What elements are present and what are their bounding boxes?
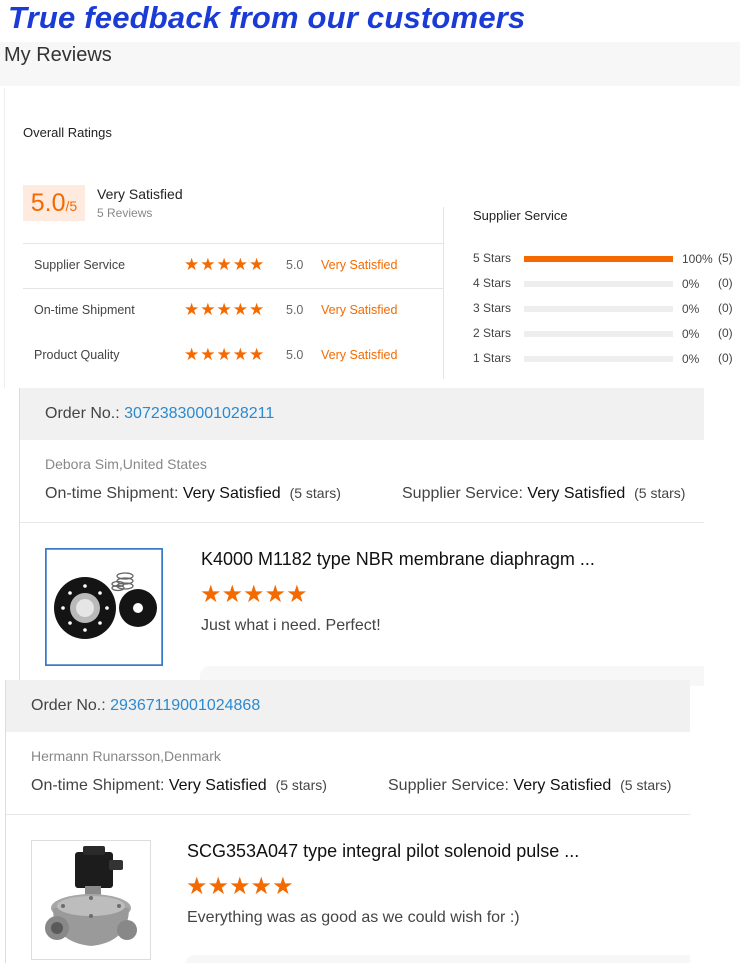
shipment-value: Very Satisfied: [168, 777, 267, 794]
order-number-line: Order No.: 30723830001028211: [45, 405, 274, 423]
service-stars: (5 stars): [634, 485, 686, 501]
star-rating: ★★★★★: [184, 345, 266, 364]
distribution-count: (0): [718, 276, 733, 290]
service-label: Supplier Service:: [388, 777, 509, 794]
distribution-percent: 0%: [682, 302, 700, 316]
service-rating: Supplier Service: Very Satisfied (5 star…: [388, 777, 671, 795]
distribution-percent: 100%: [682, 252, 713, 266]
review-card: Order No.: 30723830001028211 Debora Sim,…: [19, 388, 705, 686]
reviews-count: 5 Reviews: [97, 206, 153, 220]
review-comment: Just what i need. Perfect!: [201, 617, 381, 634]
rating-row-supplier-service: Supplier Service ★★★★★ 5.0 Very Satisfie…: [23, 255, 443, 276]
distribution-row-2: 2 Stars 0% (0): [473, 326, 743, 342]
shipment-value: Very Satisfied: [182, 485, 281, 502]
service-label: Supplier Service:: [402, 485, 523, 502]
shipment-stars: (5 stars): [275, 777, 327, 793]
divider: [23, 243, 443, 244]
review-card: Order No.: 29367119001024868 Hermann Run…: [5, 680, 690, 963]
distribution-count: (5): [718, 251, 733, 265]
rating-row-product-quality: Product Quality ★★★★★ 5.0 Very Satisfied: [23, 345, 443, 366]
rating-label: Supplier Service: [34, 258, 126, 272]
distribution-row-5: 5 Stars 100% (5): [473, 251, 743, 267]
distribution-bar: [524, 281, 673, 287]
product-star-rating: ★★★★★: [200, 581, 308, 608]
distribution-row-4: 4 Stars 0% (0): [473, 276, 743, 292]
distribution-percent: 0%: [682, 277, 700, 291]
diaphragm-kit-image[interactable]: [44, 547, 164, 667]
buyer-name: Debora Sim,United States: [45, 456, 207, 472]
distribution-percent: 0%: [682, 352, 700, 366]
distribution-bar: [524, 331, 673, 337]
distribution-label: 4 Stars: [473, 276, 512, 290]
shipment-stars: (5 stars): [289, 485, 341, 501]
divider: [6, 814, 690, 815]
distribution-label: 3 Stars: [473, 301, 512, 315]
distribution-count: (0): [718, 351, 733, 365]
rating-label: On-time Shipment: [34, 303, 135, 317]
order-number-link[interactable]: 30723830001028211: [124, 405, 274, 422]
rating-value: 5.0: [286, 348, 304, 362]
overall-ratings-heading: Overall Ratings: [23, 125, 112, 140]
service-value: Very Satisfied: [513, 777, 612, 794]
overall-score-max: /5: [65, 198, 78, 214]
distribution-bar: [524, 256, 673, 262]
star-rating: ★★★★★: [184, 300, 266, 319]
star-rating: ★★★★★: [184, 255, 266, 274]
review-comment: Everything was as good as we could wish …: [187, 909, 520, 926]
service-stars: (5 stars): [620, 777, 672, 793]
promo-banner-title: True feedback from our customers: [8, 0, 526, 35]
shipment-label: On-time Shipment:: [45, 485, 179, 502]
review-footer-panel: [186, 955, 690, 963]
distribution-label: 5 Stars: [473, 251, 512, 265]
divider: [20, 522, 704, 523]
distribution-row-1: 1 Stars 0% (0): [473, 351, 743, 367]
review-meta: On-time Shipment: Very Satisfied (5 star…: [45, 485, 705, 503]
divider: [443, 207, 444, 379]
distribution-label: 1 Stars: [473, 351, 512, 365]
rating-label: Product Quality: [34, 348, 120, 362]
distribution-label: 2 Stars: [473, 326, 512, 340]
overall-score-badge: 5.0/5: [23, 185, 85, 221]
service-value: Very Satisfied: [527, 485, 626, 502]
rating-text: Very Satisfied: [321, 348, 398, 362]
product-star-rating: ★★★★★: [186, 873, 294, 900]
product-title-link[interactable]: SCG353A047 type integral pilot solenoid …: [187, 841, 579, 862]
ratings-summary-card: [4, 88, 741, 388]
divider: [23, 288, 443, 289]
distribution-bar-fill: [524, 256, 673, 262]
review-meta: On-time Shipment: Very Satisfied (5 star…: [31, 777, 691, 795]
order-number-label: Order No.:: [45, 405, 120, 422]
supplier-service-distribution-title: Supplier Service: [473, 208, 568, 223]
shipment-label: On-time Shipment:: [31, 777, 165, 794]
rating-text: Very Satisfied: [321, 258, 398, 272]
rating-row-on-time-shipment: On-time Shipment ★★★★★ 5.0 Very Satisfie…: [23, 300, 443, 321]
product-title-link[interactable]: K4000 M1182 type NBR membrane diaphragm …: [201, 549, 595, 570]
order-number-line: Order No.: 29367119001024868: [31, 697, 260, 715]
pulse-valve-image[interactable]: [31, 840, 151, 960]
order-number-link[interactable]: 29367119001024868: [110, 697, 260, 714]
service-rating: Supplier Service: Very Satisfied (5 star…: [402, 485, 685, 503]
distribution-row-3: 3 Stars 0% (0): [473, 301, 743, 317]
rating-value: 5.0: [286, 303, 304, 317]
buyer-name: Hermann Runarsson,Denmark: [31, 748, 221, 764]
distribution-bar: [524, 356, 673, 362]
order-number-label: Order No.:: [31, 697, 106, 714]
distribution-percent: 0%: [682, 327, 700, 341]
distribution-count: (0): [718, 301, 733, 315]
distribution-bar: [524, 306, 673, 312]
distribution-count: (0): [718, 326, 733, 340]
overall-satisfaction: Very Satisfied: [97, 186, 183, 202]
overall-score: 5.0: [30, 189, 66, 217]
rating-value: 5.0: [286, 258, 304, 272]
rating-text: Very Satisfied: [321, 303, 398, 317]
page-title: My Reviews: [4, 44, 112, 66]
